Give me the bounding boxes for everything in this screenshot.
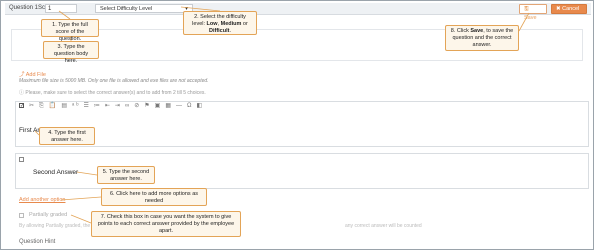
callout-add-option: 6. Click here to add more options as nee… [101,188,207,206]
outdent-icon[interactable]: ⇤ [105,103,112,109]
callout-difficulty: 2. Select the difficulty level: Low, Med… [183,11,257,35]
save-label: Save [524,15,537,21]
unlink-icon[interactable]: ⊘ [134,103,141,109]
difficulty-placeholder: Select Difficulty Level [100,6,153,12]
max-size-note: Maximum file size is 5000 MB. Only one f… [19,78,209,84]
question-editor: Question 1Score 1 Select Difficulty Leve… [0,0,594,250]
link-icon[interactable]: ∞ [125,103,131,109]
callout-save-pre: 8. Click [450,28,471,34]
select-answers-note: ⓘ Please, make sure to select the correc… [19,89,206,96]
numbered-list-icon[interactable]: ☰ [84,103,91,109]
callout-save-word: Save [470,28,484,34]
anchor-icon[interactable]: ⚑ [144,103,151,109]
difficulty-select[interactable]: Select Difficulty Level ▾ [95,4,193,13]
paste-text-icon[interactable]: ▤ [61,103,69,109]
add-file-link[interactable]: ⤴ Add File [19,70,46,78]
second-answer-text[interactable]: Second Answer [33,169,78,176]
question-hint-label: Question Hint [19,239,56,245]
partially-graded-checkbox[interactable] [19,213,24,218]
save-button[interactable]: 🖫 Save [519,4,547,21]
partially-graded-note-tail: any correct answer will be counted [345,223,422,229]
cut-icon[interactable]: ✂ [29,103,36,109]
partially-graded-label: Partially graded [29,212,68,218]
hr-icon[interactable]: ― [176,103,184,109]
difficulty-or: or [241,21,248,27]
spellcheck-icon[interactable]: ᵃᵇ [72,103,81,109]
question-header-bar: Question 1Score 1 Select Difficulty Leve… [5,3,591,21]
bulleted-list-icon[interactable]: ≔ [94,103,102,109]
callout-first-answer: 4. Type the first answer here. [39,127,95,145]
paste-icon[interactable]: 📋 [49,103,58,109]
add-option-link[interactable]: Add another option [19,197,65,203]
source-icon[interactable]: ◧ [197,103,205,109]
callout-score: 1. Type the full score of the question. [41,19,99,42]
callout-partially-graded: 7. Check this box in case you want the s… [91,211,241,237]
callout-question-body: 3. Type the question body here. [43,41,99,64]
callout-save: 8. Click Save, to save the question and … [445,25,519,51]
close-icon: ✖ [556,6,561,12]
rich-text-toolbar: ✂ ⎘ 📋 ▤ ᵃᵇ ☰ ≔ ⇤ ⇥ ∞ ⊘ ⚑ ▣ ▦ ― Ω ◧ [29,102,207,112]
score-input[interactable]: 1 [45,4,77,13]
difficulty-low: Low [206,21,218,27]
cancel-button[interactable]: ✖ Cancel [551,4,587,14]
partially-graded-note: By allowing Partially graded, the [19,223,91,229]
special-char-icon[interactable]: Ω [187,103,194,109]
table-icon[interactable]: ▦ [165,103,173,109]
select-note-text: Please, make sure to select the correct … [25,90,206,96]
save-icon: 🖫 [524,6,529,12]
image-icon[interactable]: ▣ [155,103,163,109]
callout-second-answer: 5. Type the second answer here. [97,166,155,184]
second-answer-checkbox[interactable] [19,157,24,162]
difficulty-difficult: Difficult [208,28,230,34]
first-answer-checkbox[interactable]: ✓ [19,103,24,109]
cancel-label: Cancel [562,6,580,12]
indent-icon[interactable]: ⇥ [115,103,122,109]
difficulty-medium: Medium [220,21,242,27]
copy-icon[interactable]: ⎘ [39,103,46,109]
